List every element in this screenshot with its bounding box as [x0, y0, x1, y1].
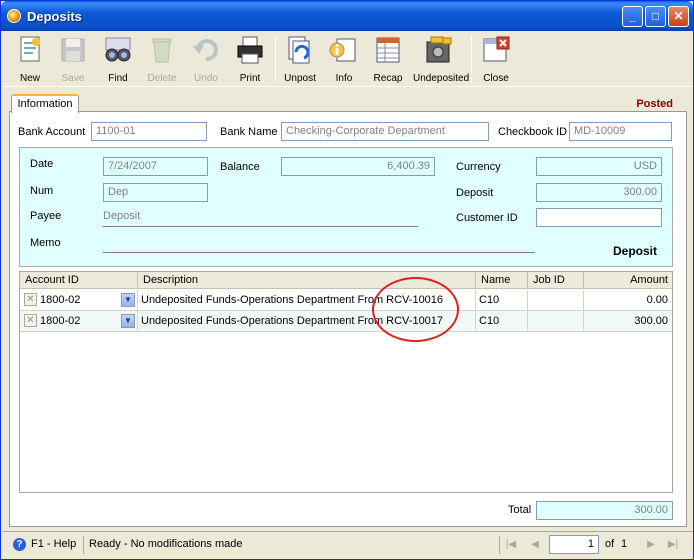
close-window-button[interactable]: ✕ — [668, 6, 689, 27]
first-page-icon[interactable]: |◀ — [503, 537, 519, 553]
new-button[interactable]: New — [9, 33, 51, 85]
info-icon — [328, 34, 360, 66]
transaction-type-label: Deposit — [613, 244, 658, 258]
balance-label: Balance — [220, 161, 260, 173]
memo-label: Memo — [30, 237, 61, 249]
payee-field[interactable]: Deposit — [103, 208, 418, 227]
last-page-icon[interactable]: ▶| — [665, 537, 681, 553]
app-icon — [7, 9, 21, 23]
title-bar[interactable]: Deposits _ □ ✕ — [1, 1, 693, 31]
maximize-button[interactable]: □ — [645, 6, 666, 27]
save-button[interactable]: Save — [52, 33, 94, 85]
next-page-icon[interactable]: ▶ — [643, 537, 659, 553]
bank-name-field[interactable]: Checking-Corporate Department — [281, 122, 489, 141]
total-field: 300.00 — [536, 501, 673, 520]
printer-icon — [234, 34, 266, 66]
account-id-cell[interactable]: ✕ 1800-02 ▼ — [20, 311, 138, 331]
undeposited-button[interactable]: Undeposited — [413, 33, 469, 85]
payee-label: Payee — [30, 210, 62, 222]
tab-information[interactable]: Information — [11, 94, 79, 113]
date-label: Date — [30, 158, 54, 170]
grid-header: Account ID Description Name Job ID Amoun… — [20, 272, 672, 289]
find-button[interactable]: Find — [97, 33, 139, 85]
num-field[interactable]: Dep — [103, 183, 208, 202]
table-row[interactable]: ✕ 1800-02 ▼ Undeposited Funds-Operations… — [20, 290, 672, 311]
table-row[interactable]: ✕ 1800-02 ▼ Undeposited Funds-Operations… — [20, 311, 672, 332]
deposit-field[interactable]: 300.00 — [536, 183, 662, 202]
minimize-icon: _ — [629, 9, 636, 23]
recap-button[interactable]: Recap — [367, 33, 409, 85]
currency-field[interactable]: USD — [536, 157, 662, 176]
page-count: 1 — [621, 538, 628, 550]
recap-grid-icon — [372, 34, 404, 66]
new-document-icon — [14, 34, 46, 66]
close-icon: ✕ — [673, 9, 684, 23]
amount-cell[interactable]: 0.00 — [584, 290, 672, 310]
name-cell[interactable]: C10 — [476, 311, 528, 331]
deposits-window: Deposits _ □ ✕ New Save Find Delete Undo… — [0, 0, 694, 560]
page-number-input[interactable]: 1 — [549, 535, 599, 554]
delete-row-icon[interactable]: ✕ — [24, 293, 37, 306]
chevron-down-icon[interactable]: ▼ — [121, 293, 135, 307]
window-title: Deposits — [27, 9, 82, 24]
unpost-button[interactable]: Unpost — [279, 33, 321, 85]
status-bar: ? F1 - Help Ready - No modifications mad… — [3, 531, 693, 557]
num-label: Num — [30, 185, 54, 197]
checkbook-id-label: Checkbook ID — [498, 126, 568, 138]
chevron-down-icon[interactable]: ▼ — [121, 314, 135, 328]
column-header-account-id[interactable]: Account ID — [20, 272, 138, 289]
previous-page-icon[interactable]: ◀ — [527, 537, 543, 553]
column-header-name[interactable]: Name — [476, 272, 528, 289]
name-cell[interactable]: C10 — [476, 290, 528, 310]
unpost-icon — [284, 34, 316, 66]
help-hint[interactable]: F1 - Help — [31, 538, 76, 550]
memo-field[interactable] — [103, 234, 535, 253]
minimize-button[interactable]: _ — [622, 6, 643, 27]
deposit-label: Deposit — [456, 187, 494, 199]
help-icon[interactable]: ? — [13, 538, 26, 551]
deposit-detail-grid: Account ID Description Name Job ID Amoun… — [19, 271, 673, 493]
bank-account-label: Bank Account — [18, 126, 86, 138]
delete-row-icon[interactable]: ✕ — [24, 314, 37, 327]
undo-button[interactable]: Undo — [185, 33, 227, 85]
status-message: Ready - No modifications made — [89, 538, 243, 550]
undo-arrow-icon — [190, 34, 222, 66]
currency-label: Currency — [456, 161, 501, 173]
customer-id-label: Customer ID — [456, 212, 518, 224]
print-button[interactable]: Print — [229, 33, 271, 85]
amount-cell[interactable]: 300.00 — [584, 311, 672, 331]
recycle-bin-icon — [146, 34, 178, 66]
account-id-value: 1800-02 — [40, 294, 81, 306]
close-button[interactable]: Close — [475, 33, 517, 85]
job-id-cell[interactable] — [528, 311, 584, 331]
column-header-job-id[interactable]: Job ID — [528, 272, 584, 289]
bank-name-label: Bank Name — [220, 126, 278, 138]
account-id-value: 1800-02 — [40, 315, 81, 327]
delete-button[interactable]: Delete — [141, 33, 183, 85]
highlight-annotation — [372, 277, 459, 342]
total-label: Total — [508, 504, 532, 516]
date-field[interactable]: 7/24/2007 — [103, 157, 208, 176]
bank-account-field[interactable]: 1100-01 — [91, 122, 207, 141]
close-window-icon — [480, 34, 512, 66]
job-id-cell[interactable] — [528, 290, 584, 310]
toolbar: New Save Find Delete Undo Print Unpost I… — [3, 31, 693, 87]
account-id-cell[interactable]: ✕ 1800-02 ▼ — [20, 290, 138, 310]
posted-status: Posted — [636, 98, 673, 110]
safe-icon — [423, 34, 455, 66]
save-disk-icon — [57, 34, 89, 66]
checkbook-id-field[interactable]: MD-10009 — [569, 122, 672, 141]
of-label: of — [605, 538, 615, 550]
customer-id-field[interactable] — [536, 208, 662, 227]
column-header-amount[interactable]: Amount — [584, 272, 672, 289]
info-button[interactable]: Info — [323, 33, 365, 85]
balance-field: 6,400.39 — [281, 157, 435, 176]
maximize-icon: □ — [651, 9, 660, 23]
binoculars-icon — [102, 34, 134, 66]
